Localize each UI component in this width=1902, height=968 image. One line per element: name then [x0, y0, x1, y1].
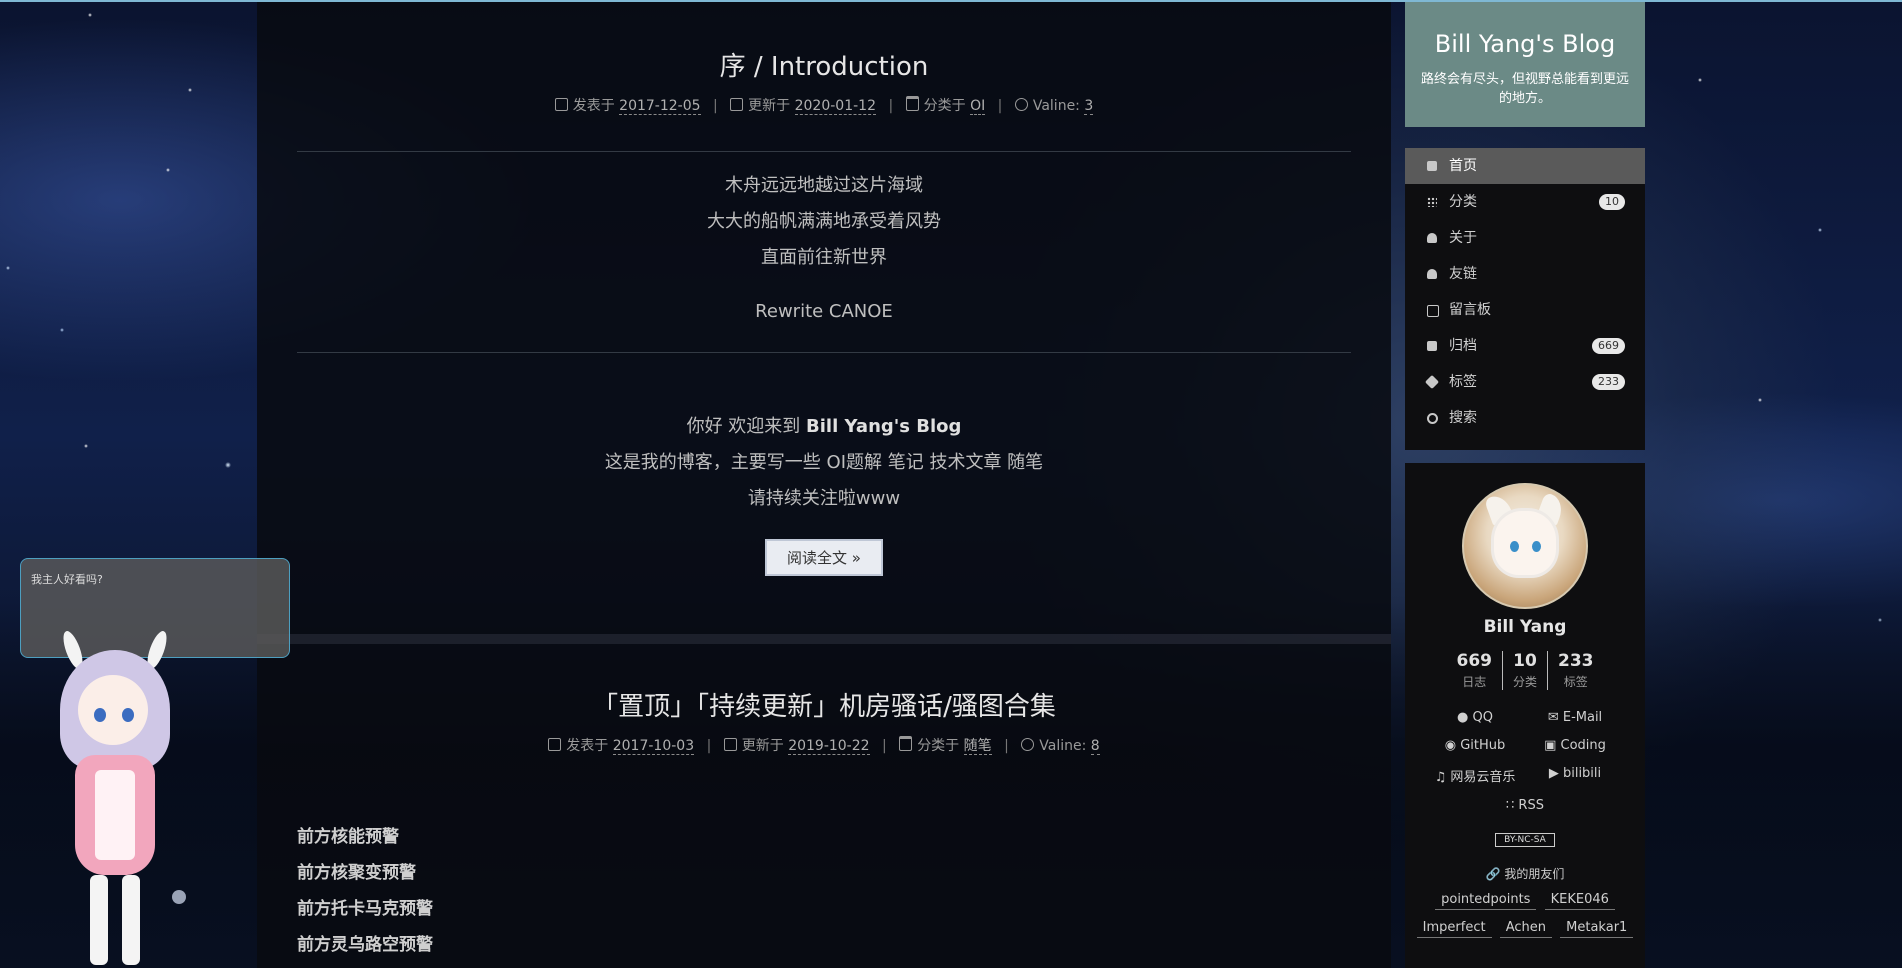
poem: 木舟远远地越过这片海域 大大的船帆满满地承受着风势 直面前往新世界 [707, 175, 941, 268]
post-meta: 发表于 2017-10-03 | 更新于 2019-10-22 | 分类于 随笔… [297, 735, 1351, 755]
nav-item-home[interactable]: 首页 [1405, 148, 1645, 184]
site-brand: Bill Yang's Blog 路终会有尽头，但视野总能看到更远的地方。 [1405, 2, 1645, 127]
cc-license-badge[interactable]: BY-NC-SA [1495, 833, 1555, 847]
author-profile: Bill Yang 669 日志 10 分类 233 标签 ● QQ ✉ E-Mail… [1405, 463, 1645, 968]
author-stats: 669 日志 10 分类 233 标签 [1405, 651, 1645, 690]
avatar [1462, 483, 1588, 609]
site-subtitle: 路终会有尽头，但视野总能看到更远的地方。 [1420, 72, 1629, 106]
social-link-email[interactable]: ✉ E-Mail [1525, 710, 1625, 725]
search-icon [1427, 413, 1438, 424]
social-link-github[interactable]: ◉ GitHub [1425, 738, 1525, 753]
post-separator [257, 634, 1391, 644]
nav-item-archives[interactable]: 归档 669 [1405, 328, 1645, 364]
nav-item-search[interactable]: 搜索 [1405, 400, 1645, 436]
divider [297, 352, 1351, 353]
post-title[interactable]: 序 / Introduction [297, 46, 1351, 83]
friend-link[interactable]: pointedpoints [1435, 890, 1537, 910]
post-meta: 发表于 2017-12-05 | 更新于 2020-01-12 | 分类于 OI… [297, 95, 1351, 115]
read-more-button[interactable]: 阅读全文 » [765, 539, 883, 576]
tags-icon [1424, 374, 1440, 390]
friend-link[interactable]: Achen [1499, 918, 1553, 938]
sticky-note-icon [1427, 305, 1439, 317]
warning-line: 前方托卡马克预警 [297, 899, 433, 919]
warning-line: 前方核能预警 [297, 827, 399, 847]
folder-icon [899, 736, 913, 751]
friends-list: Imperfect Achen Metakar1 [1405, 918, 1645, 938]
author-name: Bill Yang [1483, 617, 1567, 637]
user-icon [1427, 233, 1437, 243]
main-content: 序 / Introduction 发表于 2017-12-05 | 更新于 20… [257, 2, 1391, 968]
welcome-text: 你好 欢迎来到 Bill Yang's Blog 这是我的博客，主要写一些 OI… [604, 416, 1044, 509]
calendar-icon [554, 98, 568, 111]
updated-date: 2019-10-22 [788, 738, 870, 755]
site-nav: 首页 分类 10 关于 友链 留言板 归档 669 标签 233 搜索 [1405, 148, 1645, 450]
site-title[interactable]: Bill Yang's Blog [1405, 30, 1645, 58]
calendar-icon [548, 738, 562, 751]
comment-icon [1021, 738, 1035, 751]
stat-posts[interactable]: 669 日志 [1446, 651, 1502, 690]
social-link-coding[interactable]: ▣ Coding [1525, 738, 1625, 753]
home-icon [1427, 161, 1437, 171]
count-badge: 233 [1592, 374, 1625, 390]
friend-link[interactable]: Metakar1 [1560, 918, 1634, 938]
friend-link[interactable]: Imperfect [1416, 918, 1492, 938]
social-link-qq[interactable]: ● QQ [1425, 710, 1525, 725]
post-title[interactable]: 「置顶」「持续更新」机房骚话/骚图合集 [297, 686, 1351, 723]
comment-count-link[interactable]: 8 [1090, 738, 1100, 755]
live2d-mascot[interactable] [40, 628, 200, 968]
warning-line: 前方灵乌路空预警 [297, 935, 433, 955]
rss-link[interactable]: ∷ RSS [1405, 798, 1645, 813]
posted-date: 2017-12-05 [619, 98, 701, 115]
friends-list: pointedpoints KEKE046 [1405, 890, 1645, 910]
calendar-check-icon [730, 98, 744, 111]
social-links: ● QQ ✉ E-Mail ◉ GitHub ▣ Coding ♫ 网易云音乐 … [1425, 710, 1625, 785]
stat-categories[interactable]: 10 分类 [1501, 651, 1547, 690]
stat-tags[interactable]: 233 标签 [1547, 651, 1604, 690]
archive-icon [1427, 341, 1437, 351]
users-icon [1427, 269, 1437, 279]
nav-item-about[interactable]: 关于 [1405, 220, 1645, 256]
th-icon [1427, 197, 1437, 207]
category-link[interactable]: OI [970, 98, 986, 115]
divider [297, 151, 1351, 152]
count-badge: 10 [1599, 194, 1625, 210]
count-badge: 669 [1592, 338, 1625, 354]
nav-item-guestbook[interactable]: 留言板 [1405, 292, 1645, 328]
category-link[interactable]: 随笔 [963, 738, 992, 755]
comment-count-link[interactable]: 3 [1084, 98, 1094, 115]
nav-item-tags[interactable]: 标签 233 [1405, 364, 1645, 400]
folder-icon [905, 96, 919, 111]
rewrite-text: Rewrite CANOE [755, 301, 893, 322]
friend-link[interactable]: KEKE046 [1544, 890, 1615, 910]
friends-title: 🔗 我的朋友们 [1485, 867, 1565, 881]
calendar-check-icon [723, 738, 737, 751]
post-intro: 序 / Introduction 发表于 2017-12-05 | 更新于 20… [297, 46, 1351, 576]
posted-date: 2017-10-03 [612, 738, 695, 755]
warning-line: 前方核聚变预警 [297, 863, 416, 883]
updated-date: 2020-01-12 [794, 98, 876, 115]
nav-item-links[interactable]: 友链 [1405, 256, 1645, 292]
social-link-bilibili[interactable]: ▶ bilibili [1525, 766, 1625, 785]
comment-icon [1014, 98, 1028, 111]
nav-item-categories[interactable]: 分类 10 [1405, 184, 1645, 220]
social-link-netease-music[interactable]: ♫ 网易云音乐 [1425, 766, 1525, 785]
post-pinned: 「置顶」「持续更新」机房骚话/骚图合集 发表于 2017-10-03 | 更新于… [297, 686, 1351, 755]
